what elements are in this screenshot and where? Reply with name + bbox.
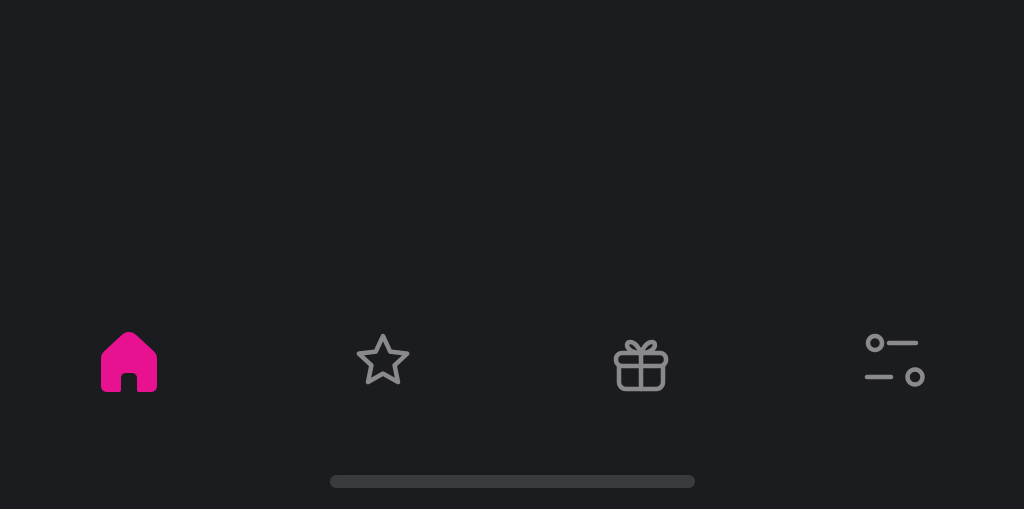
home-indicator[interactable] [330, 475, 695, 488]
tab-gifts[interactable] [581, 300, 701, 420]
star-icon [356, 333, 410, 385]
sliders-icon [864, 333, 925, 387]
content-area [0, 0, 1024, 300]
app-screen [0, 0, 1024, 509]
tab-home[interactable] [69, 300, 189, 420]
house-icon [101, 332, 157, 392]
gift-icon [613, 339, 669, 392]
tab-favorites[interactable] [323, 300, 443, 420]
tab-bar [0, 300, 1024, 420]
tab-settings[interactable] [835, 300, 955, 420]
